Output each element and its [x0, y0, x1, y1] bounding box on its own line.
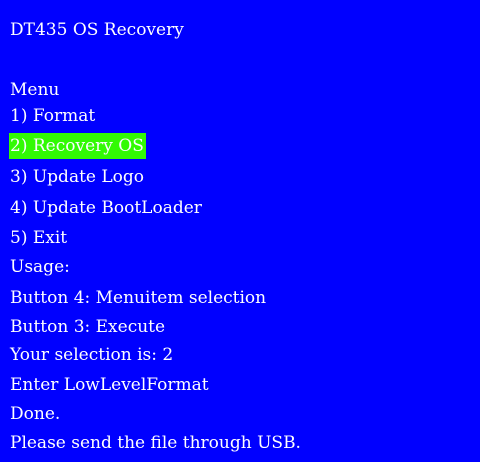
- menu-heading: Menu: [10, 80, 60, 100]
- usage-heading: Usage:: [10, 257, 70, 277]
- screen-title: DT435 OS Recovery: [10, 20, 184, 40]
- menu-item-recovery-os[interactable]: 2) Recovery OS: [9, 133, 146, 159]
- usage-line-execute: Button 3: Execute: [10, 317, 166, 337]
- menu-item-update-logo[interactable]: 3) Update Logo: [10, 164, 144, 190]
- log-line-usb: Please send the file through USB.: [10, 433, 301, 453]
- log-line-selection: Your selection is: 2: [10, 345, 174, 365]
- log-line-done: Done.: [10, 404, 61, 424]
- menu-item-format[interactable]: 1) Format: [10, 103, 95, 129]
- recovery-screen: DT435 OS Recovery Menu 1) Format 2) Reco…: [0, 0, 480, 462]
- log-line-format: Enter LowLevelFormat: [10, 375, 209, 395]
- usage-line-selection: Button 4: Menuitem selection: [10, 288, 267, 308]
- menu-item-exit[interactable]: 5) Exit: [10, 225, 67, 251]
- menu-item-update-bootloader[interactable]: 4) Update BootLoader: [10, 195, 202, 221]
